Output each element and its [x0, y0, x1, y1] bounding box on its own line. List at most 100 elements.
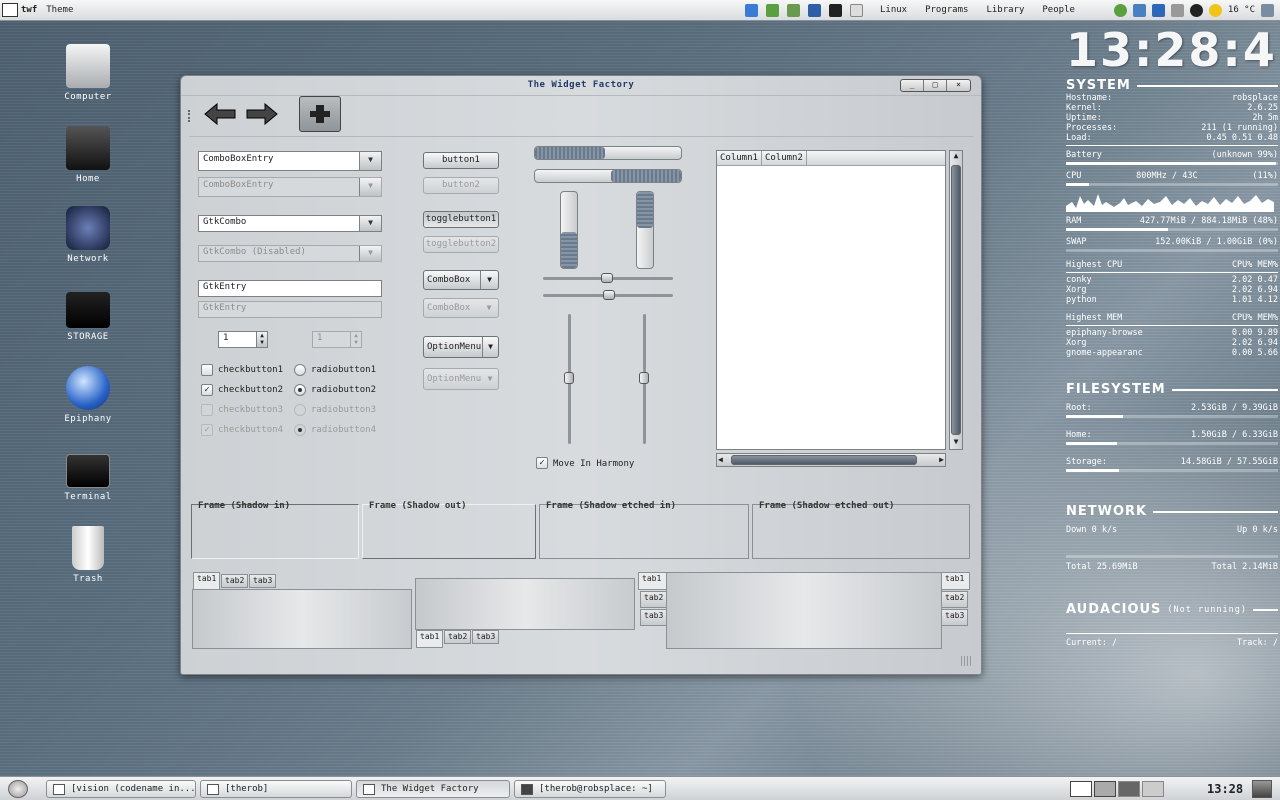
- tree-hscroll[interactable]: ◀ ▶: [716, 453, 946, 467]
- move-in-harmony-check[interactable]: ✓: [536, 457, 548, 469]
- slider-knob[interactable]: [564, 372, 574, 384]
- radiobutton1[interactable]: [294, 364, 306, 376]
- audacious-track-row: Current: / Track: /: [1066, 638, 1278, 648]
- notebook3-tab2[interactable]: tab2: [640, 591, 667, 608]
- slider-knob[interactable]: [603, 290, 615, 300]
- horizontal-slider-2[interactable]: [543, 290, 673, 300]
- toolbar-grip[interactable]: [188, 110, 191, 122]
- people-icon[interactable]: [787, 3, 800, 17]
- network-icon[interactable]: [1132, 3, 1146, 17]
- audacious-status: (Not running): [1167, 604, 1247, 615]
- workspace-switcher[interactable]: [1070, 781, 1194, 797]
- leaf-icon[interactable]: [766, 3, 779, 17]
- workspace-2[interactable]: [1094, 781, 1116, 797]
- disk-icon[interactable]: [808, 3, 821, 17]
- window-titlebar[interactable]: The Widget Factory _ □ ×: [181, 76, 981, 96]
- taskbar-item-terminal[interactable]: [therob@robsplace: ~]: [514, 780, 666, 798]
- chevron-down-icon[interactable]: ▼: [359, 216, 381, 231]
- taskbar-item-widget-factory[interactable]: The Widget Factory: [356, 780, 510, 798]
- column2-header[interactable]: Column2: [762, 151, 807, 165]
- scroll-up-icon[interactable]: ▲: [950, 151, 962, 163]
- togglebutton1[interactable]: togglebutton1: [423, 211, 499, 228]
- vscroll-thumb[interactable]: [951, 165, 961, 435]
- button1[interactable]: button1: [423, 152, 499, 169]
- horizontal-slider-1[interactable]: [543, 273, 673, 283]
- slider-knob[interactable]: [639, 372, 649, 384]
- lock-icon[interactable]: [1113, 3, 1127, 17]
- desktop-icon-home[interactable]: Home: [48, 126, 128, 184]
- notebook2-tab2[interactable]: tab2: [444, 630, 472, 644]
- menu-linux[interactable]: Linux: [871, 5, 916, 15]
- gtk-entry[interactable]: GtkEntry: [198, 280, 382, 297]
- radiobutton2[interactable]: [294, 384, 306, 396]
- scroll-right-icon[interactable]: ▶: [939, 455, 944, 464]
- desktop-icon-epiphany[interactable]: Epiphany: [48, 366, 128, 424]
- document-icon[interactable]: [850, 3, 863, 17]
- terminal-icon[interactable]: [829, 3, 842, 17]
- resize-grip-icon[interactable]: [961, 656, 973, 666]
- minimize-button[interactable]: _: [901, 80, 924, 91]
- tree-view[interactable]: Column1 Column2: [716, 150, 946, 450]
- taskbar-item-therob[interactable]: [therob]: [200, 780, 352, 798]
- notebook2-tab1[interactable]: tab1: [416, 630, 444, 648]
- panel-clock[interactable]: 13:28: [1207, 782, 1243, 796]
- checkbutton2[interactable]: ✓: [201, 384, 213, 396]
- chevron-down-icon[interactable]: ▼: [359, 152, 381, 170]
- network-bar: [1066, 555, 1278, 558]
- app-label[interactable]: twf: [18, 5, 40, 15]
- power-icon[interactable]: [1261, 3, 1274, 17]
- option-menu[interactable]: OptionMenu ▼: [423, 336, 499, 358]
- temperature[interactable]: 16 °C: [1228, 5, 1255, 15]
- vertical-slider-2[interactable]: [639, 314, 649, 444]
- close-button[interactable]: ×: [947, 80, 970, 91]
- column1-header[interactable]: Column1: [717, 151, 762, 165]
- desktop-icon-computer[interactable]: Computer: [48, 44, 128, 102]
- notebook4-tab1[interactable]: tab1: [941, 572, 970, 590]
- desktop-icon-terminal[interactable]: Terminal: [48, 446, 128, 502]
- notebook1-tab3[interactable]: tab3: [249, 574, 277, 588]
- workspace-3[interactable]: [1118, 781, 1140, 797]
- taskbar-item-vision[interactable]: [vision (codename in...: [46, 780, 196, 798]
- hscroll-thumb[interactable]: [731, 455, 917, 465]
- maximize-button[interactable]: □: [924, 80, 947, 91]
- scroll-down-icon[interactable]: ▼: [950, 437, 962, 449]
- back-button[interactable]: [203, 101, 237, 127]
- panel-launcher-icon[interactable]: [1252, 780, 1272, 798]
- notebook1-tab2[interactable]: tab2: [221, 574, 249, 588]
- menu-people[interactable]: People: [1033, 5, 1084, 15]
- workspace-1[interactable]: [1070, 781, 1092, 797]
- tree-vscroll[interactable]: ▲ ▼: [949, 150, 963, 450]
- notebook4-tab2[interactable]: tab2: [941, 591, 968, 608]
- combo-box-entry[interactable]: ComboBoxEntry ▼: [198, 151, 382, 171]
- notebook3-tab1[interactable]: tab1: [638, 572, 667, 590]
- bluetooth-icon[interactable]: [1151, 3, 1165, 17]
- volume-icon[interactable]: [1170, 3, 1184, 17]
- notebook2-tab3[interactable]: tab3: [472, 630, 500, 644]
- notebook3-tab3[interactable]: tab3: [640, 609, 667, 626]
- gtk-combo[interactable]: GtkCombo ▼: [198, 215, 382, 232]
- desktop-icon-storage[interactable]: STORAGE: [48, 286, 128, 342]
- spin-button[interactable]: 1 ▲ ▼: [218, 331, 268, 348]
- forward-button[interactable]: [245, 101, 279, 127]
- file-manager-icon[interactable]: [745, 3, 758, 17]
- proc-name: Xorg: [1066, 338, 1087, 348]
- workspace-4[interactable]: [1142, 781, 1164, 797]
- combobox[interactable]: ComboBox ▼: [423, 270, 499, 290]
- desktop-icon-trash[interactable]: Trash: [48, 526, 128, 584]
- show-desktop-icon[interactable]: [8, 780, 28, 798]
- spin-arrows-icon[interactable]: ▲ ▼: [256, 332, 267, 347]
- scroll-left-icon[interactable]: ◀: [718, 455, 723, 464]
- proc-name: conky: [1066, 275, 1092, 285]
- settings-icon[interactable]: [1189, 3, 1203, 17]
- notebook1-tab1[interactable]: tab1: [193, 572, 221, 590]
- theme-menu[interactable]: Theme: [40, 5, 79, 15]
- desktop-icon-network[interactable]: Network: [48, 206, 128, 264]
- notebook4-tab3[interactable]: tab3: [941, 609, 968, 626]
- slider-knob[interactable]: [601, 273, 613, 283]
- checkbutton1[interactable]: [201, 364, 213, 376]
- menu-programs[interactable]: Programs: [916, 5, 977, 15]
- vertical-slider-1[interactable]: [564, 314, 574, 444]
- add-button[interactable]: [299, 96, 341, 132]
- menu-library[interactable]: Library: [977, 5, 1033, 15]
- app-menu-icon[interactable]: [2, 3, 18, 17]
